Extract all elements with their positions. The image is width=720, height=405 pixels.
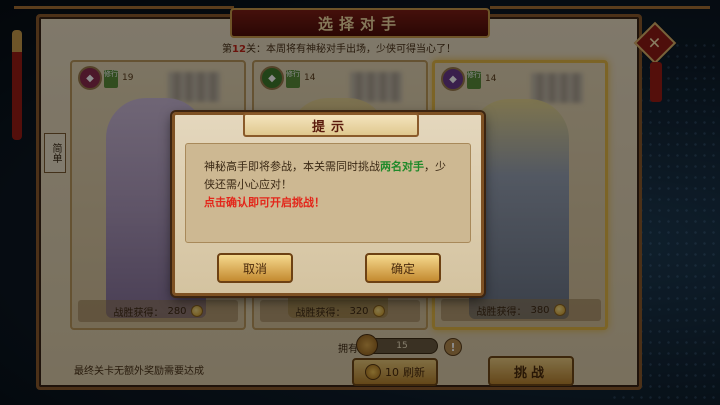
hint-dialog: 提示 神秘高手即将参战，本关需同时挑战两名对手，少侠还需小心应对！ 点击确认即可… bbox=[172, 112, 484, 296]
confirm-button[interactable]: 确定 bbox=[365, 253, 441, 283]
cancel-button[interactable]: 取消 bbox=[217, 253, 293, 283]
dialog-title: 提示 bbox=[243, 113, 419, 137]
dialog-message: 神秘高手即将参战，本关需同时挑战两名对手，少侠还需小心应对！ 点击确认即可开启挑… bbox=[185, 143, 471, 243]
highlight-two-opponents: 两名对手 bbox=[380, 160, 424, 173]
dialog-warning: 点击确认即可开启挑战！ bbox=[204, 196, 325, 209]
